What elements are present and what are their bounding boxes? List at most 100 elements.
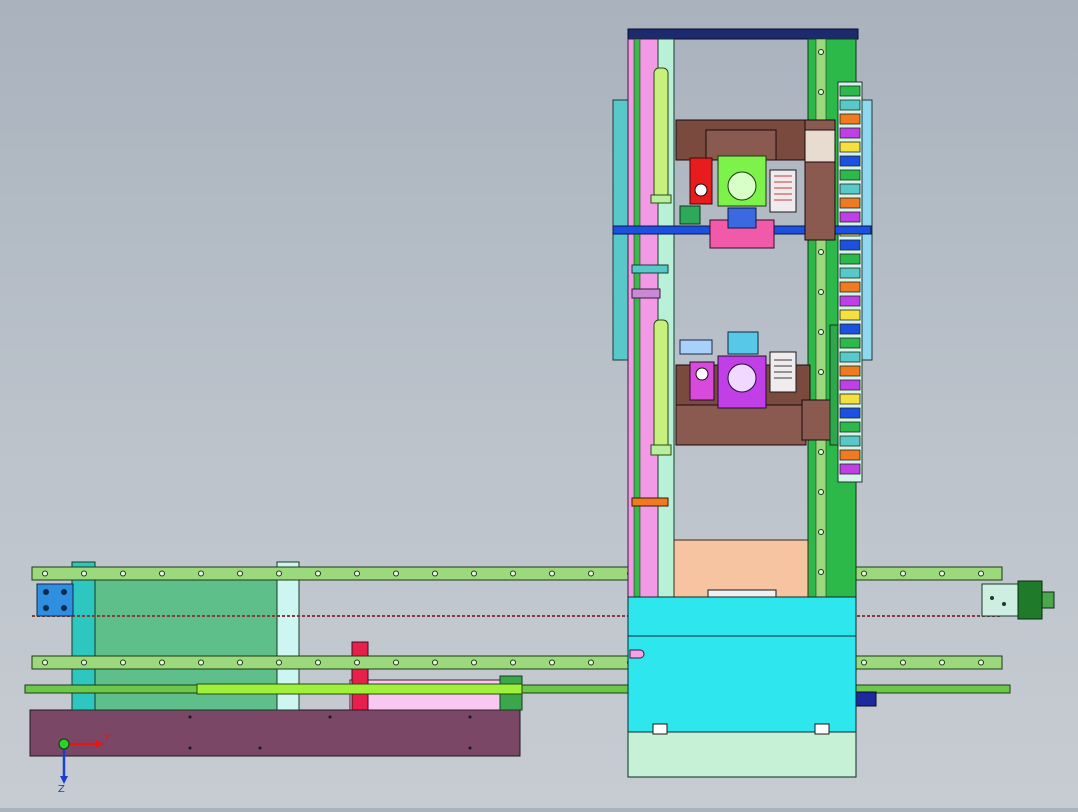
triad-origin — [58, 738, 70, 750]
rail-bolt — [42, 570, 48, 577]
rail-bolt — [549, 570, 555, 577]
z-axis-label: Z — [58, 784, 65, 795]
chain-link — [839, 281, 861, 293]
rail-bolt — [237, 659, 243, 666]
chain-link — [839, 337, 861, 349]
column-bolt — [818, 289, 824, 295]
chain-link — [839, 127, 861, 139]
cad-viewport[interactable]: Y Z — [0, 0, 1078, 808]
column-bolt — [818, 249, 824, 255]
rail-bolt — [978, 659, 984, 666]
rail-bolt — [432, 659, 438, 666]
rail-bolt — [81, 659, 87, 666]
rail-bolt — [120, 659, 126, 666]
vertical-column — [612, 28, 873, 598]
upper-red-block — [689, 157, 713, 205]
chain-link — [839, 365, 861, 377]
chain-link — [839, 197, 861, 209]
rail-bolt — [900, 570, 906, 577]
rail-bolt — [354, 570, 360, 577]
chain-link — [839, 407, 861, 419]
label-strip — [707, 589, 777, 598]
lime-actuator-rod — [196, 683, 523, 695]
column-bolt — [818, 489, 824, 495]
cad-assembly-drawing[interactable]: Y Z — [0, 0, 1078, 808]
chain-link — [839, 449, 861, 461]
rail-bolt — [861, 570, 867, 577]
rail-bolt — [159, 570, 165, 577]
rail-bolt — [510, 659, 516, 666]
chain-link — [839, 351, 861, 363]
rail-bolt — [393, 570, 399, 577]
rail-bolt — [81, 570, 87, 577]
rail-bolt — [120, 570, 126, 577]
rail-bolt — [354, 659, 360, 666]
rail-bolt — [276, 659, 282, 666]
column-base — [627, 596, 857, 778]
peach-back-plate — [673, 539, 809, 598]
chain-link — [839, 211, 861, 223]
cylinder-clevis-upper — [650, 194, 672, 204]
rail-bolt — [237, 570, 243, 577]
chain-link — [839, 379, 861, 391]
marker-orange — [631, 497, 669, 507]
column-bolt — [818, 449, 824, 455]
rail-bolt — [198, 570, 204, 577]
rail-bolt — [315, 570, 321, 577]
column-bolt — [818, 89, 824, 95]
upper-air-cylinder — [653, 67, 669, 199]
rail-bolt — [315, 659, 321, 666]
cyan-base-block — [627, 596, 857, 733]
rail-bolt — [861, 659, 867, 666]
rail-bolt — [510, 570, 516, 577]
chain-link — [839, 99, 861, 111]
rail-bolt — [471, 570, 477, 577]
column-top-cap — [627, 28, 859, 40]
rail-bolt — [588, 570, 594, 577]
chain-link — [839, 141, 861, 153]
navy-block-right — [855, 691, 877, 707]
left-motor-bracket — [36, 583, 74, 617]
column-bolt — [818, 329, 824, 335]
chain-link — [839, 239, 861, 251]
chain-link — [839, 267, 861, 279]
rail-bolt — [588, 659, 594, 666]
marker-cyan — [631, 264, 669, 274]
chain-link — [839, 253, 861, 265]
rail-bolt — [549, 659, 555, 666]
rail-bolt — [978, 570, 984, 577]
column-bolt — [818, 49, 824, 55]
chain-link — [839, 323, 861, 335]
y-axis-label: Y — [103, 733, 111, 744]
chain-link — [839, 155, 861, 167]
column-bolt — [818, 529, 824, 535]
rail-bolt — [276, 570, 282, 577]
chain-link — [839, 463, 861, 475]
marker-violet — [631, 288, 661, 299]
chain-link — [839, 435, 861, 447]
light-green-footer — [627, 731, 857, 778]
red-clamp — [351, 641, 369, 711]
rail-bolt — [432, 570, 438, 577]
column-bolt — [818, 369, 824, 375]
chain-link — [839, 295, 861, 307]
right-drive-motor — [981, 580, 1055, 620]
rail-bolt — [939, 659, 945, 666]
rail-bolt — [393, 659, 399, 666]
column-bolt — [818, 569, 824, 575]
chain-link — [839, 169, 861, 181]
cylinder-clevis-lower — [650, 444, 672, 456]
chain-link — [839, 309, 861, 321]
rail-bolt — [198, 659, 204, 666]
lower-air-cylinder — [653, 319, 669, 451]
rail-bolt — [939, 570, 945, 577]
rail-bolt — [159, 659, 165, 666]
chain-link — [839, 183, 861, 195]
chain-link — [839, 393, 861, 405]
chain-link — [839, 113, 861, 125]
rail-bolt — [42, 659, 48, 666]
chain-link — [839, 421, 861, 433]
rail-bolt — [900, 659, 906, 666]
left-green-strip — [633, 38, 641, 598]
rail-bolt — [471, 659, 477, 666]
